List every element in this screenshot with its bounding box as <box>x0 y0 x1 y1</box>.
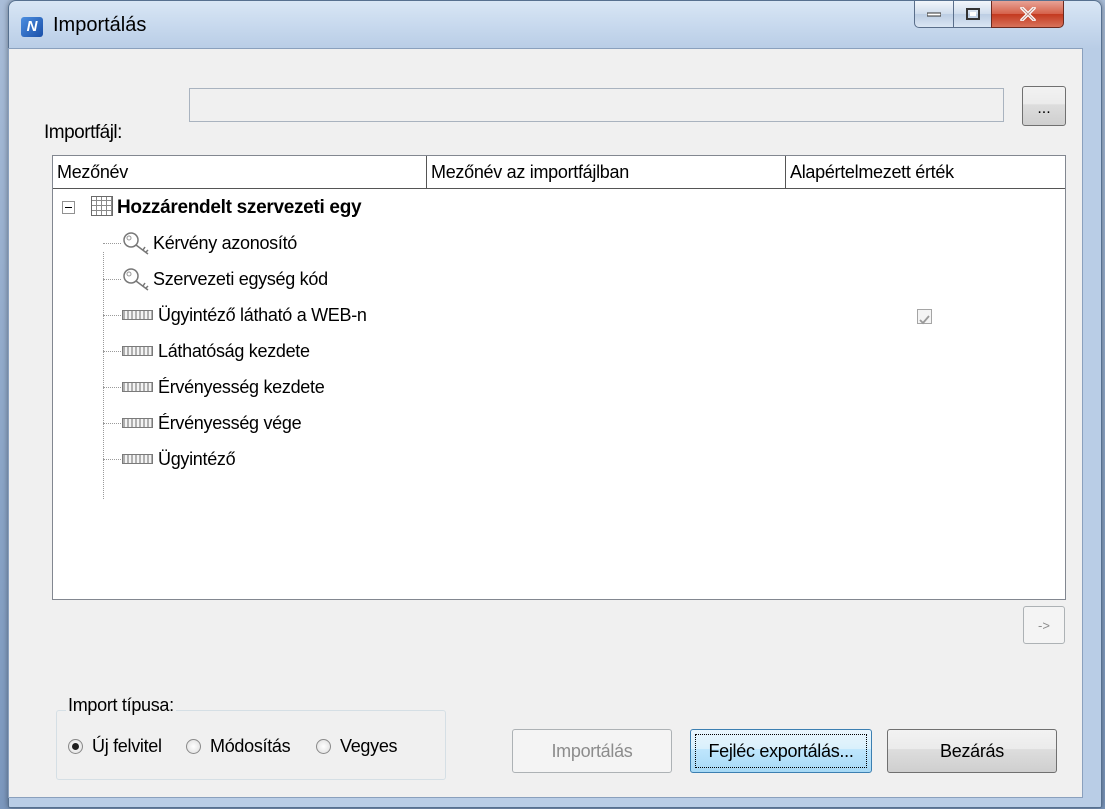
column-header-default-value[interactable]: Alapértelmezett érték <box>786 156 1065 188</box>
tree-root-node[interactable]: Hozzárendelt szervezeti egy <box>53 190 1065 226</box>
radio-label: Vegyes <box>340 736 398 756</box>
field-icon <box>122 454 153 464</box>
close-icon <box>1019 7 1036 21</box>
field-icon <box>122 418 153 428</box>
tree-branch-line <box>103 387 121 388</box>
tree-field-row[interactable]: Kérvény azonosító <box>53 226 1065 262</box>
minimize-icon <box>927 12 941 17</box>
field-icon <box>122 310 153 320</box>
tree-branch-line <box>103 243 121 244</box>
close-window-button[interactable] <box>991 1 1064 28</box>
close-button[interactable]: Bezárás <box>887 729 1057 773</box>
window-title: Importálás <box>53 14 147 36</box>
tree-field-row[interactable]: Érvényesség vége <box>53 406 1065 442</box>
tree-field-row[interactable]: Ügyintéző <box>53 442 1065 478</box>
key-icon <box>123 268 149 291</box>
radio-unselected-icon <box>186 739 201 754</box>
column-header-field-name[interactable]: Mezőnév <box>53 156 427 188</box>
tree-branch-line <box>103 351 121 352</box>
export-header-label: Fejléc exportálás... <box>708 741 854 761</box>
field-label: Érvényesség kezdete <box>158 377 325 397</box>
field-label: Érvényesség vége <box>158 413 302 433</box>
field-label: Ügyintéző látható a WEB-n <box>158 305 367 325</box>
map-arrow-button[interactable]: -> <box>1023 606 1065 644</box>
table-icon <box>91 196 113 216</box>
maximize-icon <box>965 8 980 20</box>
import-type-title: Import típusa: <box>66 695 176 716</box>
grid-header: Mezőnév Mezőnév az importfájlban Alapért… <box>53 156 1065 189</box>
tree-field-row[interactable]: Szervezeti egység kód <box>53 262 1065 298</box>
tree-branch-line <box>103 279 121 280</box>
default-value-checkbox[interactable] <box>917 309 932 325</box>
tree-field-row[interactable]: Ügyintéző látható a WEB-n <box>53 298 1065 334</box>
app-logo-icon: N <box>21 17 43 37</box>
import-file-input[interactable] <box>189 88 1004 122</box>
key-icon <box>123 232 149 255</box>
field-icon <box>122 382 153 392</box>
tree-branch-line <box>103 459 121 460</box>
import-file-label: Importfájl: <box>44 122 122 143</box>
tree-branch-line <box>103 423 121 424</box>
tree-field-row[interactable]: Érvényesség kezdete <box>53 370 1065 406</box>
collapse-icon[interactable] <box>62 201 75 214</box>
browse-button[interactable]: ... <box>1022 86 1066 126</box>
column-header-import-field[interactable]: Mezőnév az importfájlban <box>427 156 786 188</box>
radio-label: Módosítás <box>210 736 291 756</box>
tree-field-row[interactable]: Láthatóság kezdete <box>53 334 1065 370</box>
field-icon <box>122 346 153 356</box>
field-label: Ügyintéző <box>158 449 236 469</box>
radio-label: Új felvitel <box>92 736 162 756</box>
field-label: Láthatóság kezdete <box>158 341 310 361</box>
radio-selected-icon <box>68 739 83 754</box>
field-label: Kérvény azonosító <box>153 233 297 253</box>
tree-branch-line <box>103 315 121 316</box>
radio-unselected-icon <box>316 739 331 754</box>
checkmark-icon <box>919 315 930 325</box>
field-mapping-grid[interactable]: Mezőnév Mezőnév az importfájlban Alapért… <box>52 155 1066 600</box>
export-header-button[interactable]: Fejléc exportálás... <box>690 729 872 773</box>
maximize-button[interactable] <box>953 1 992 28</box>
field-label: Szervezeti egység kód <box>153 269 328 289</box>
tree-root-label: Hozzárendelt szervezeti egy <box>117 197 362 218</box>
minimize-button[interactable] <box>914 1 954 28</box>
import-button[interactable]: Importálás <box>512 729 672 773</box>
